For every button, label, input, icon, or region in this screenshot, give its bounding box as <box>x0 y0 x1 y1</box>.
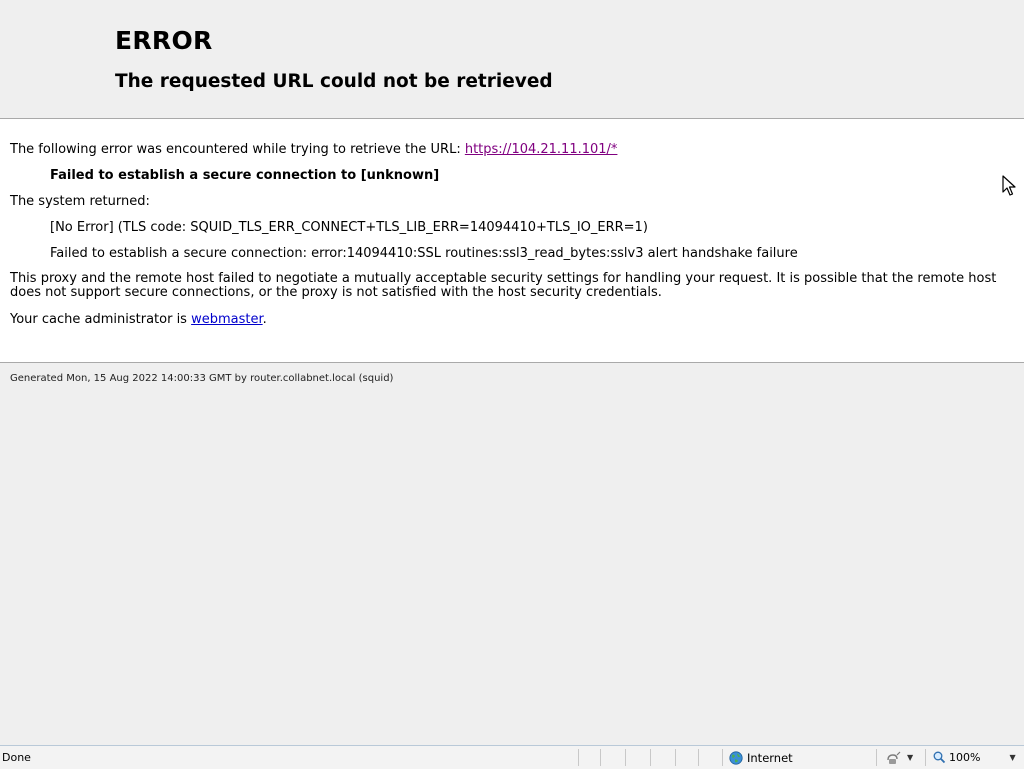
globe-icon <box>729 750 743 765</box>
admin-suffix: . <box>262 312 267 327</box>
system-returned-label: The system returned: <box>10 194 150 209</box>
zoom-control[interactable]: 100% ▼ <box>933 749 1016 766</box>
error-body: The following error was encountered whil… <box>0 119 1024 363</box>
failure-message: Failed to establish a secure connection … <box>50 168 440 183</box>
admin-prefix: Your cache administrator is <box>10 312 192 327</box>
status-separator <box>650 749 651 766</box>
mouse-cursor-icon <box>1002 175 1016 196</box>
zone-label: Internet <box>747 750 793 765</box>
chevron-down-icon: ▼ <box>1009 753 1016 762</box>
page-title: ERROR <box>115 26 213 55</box>
status-separator <box>675 749 676 766</box>
status-bar: Done Internet ▼ 100% ▼ <box>0 745 1024 769</box>
security-zone[interactable]: Internet <box>729 749 793 766</box>
status-separator <box>600 749 601 766</box>
magnifier-icon <box>933 751 946 764</box>
requested-url-link[interactable]: https://104.21.11.101/* <box>465 142 618 157</box>
webmaster-link[interactable]: webmaster <box>191 312 263 327</box>
status-text: Done <box>2 751 31 764</box>
page-subtitle: The requested URL could not be retrieved <box>115 71 553 92</box>
error-intro-text: The following error was encountered whil… <box>10 142 465 157</box>
status-separator <box>876 749 877 766</box>
browser-content: ERROR The requested URL could not be ret… <box>0 0 1024 745</box>
error-header: ERROR The requested URL could not be ret… <box>0 0 1024 119</box>
admin-contact: Your cache administrator is webmaster. <box>10 312 267 327</box>
status-separator <box>698 749 699 766</box>
chevron-down-icon: ▼ <box>907 753 914 762</box>
error-intro: The following error was encountered whil… <box>10 142 617 157</box>
error-explanation: This proxy and the remote host failed to… <box>10 271 997 300</box>
zoom-level: 100% <box>949 751 981 764</box>
status-separator <box>925 749 926 766</box>
protected-mode-icon <box>887 751 901 764</box>
tls-error-code: [No Error] (TLS code: SQUID_TLS_ERR_CONN… <box>50 220 648 235</box>
ssl-error-detail: Failed to establish a secure connection:… <box>50 246 798 261</box>
generated-footer: Generated Mon, 15 Aug 2022 14:00:33 GMT … <box>10 373 394 384</box>
status-separator <box>722 749 723 766</box>
status-separator <box>625 749 626 766</box>
status-separator <box>578 749 579 766</box>
protected-mode-toggle[interactable]: ▼ <box>886 749 913 766</box>
